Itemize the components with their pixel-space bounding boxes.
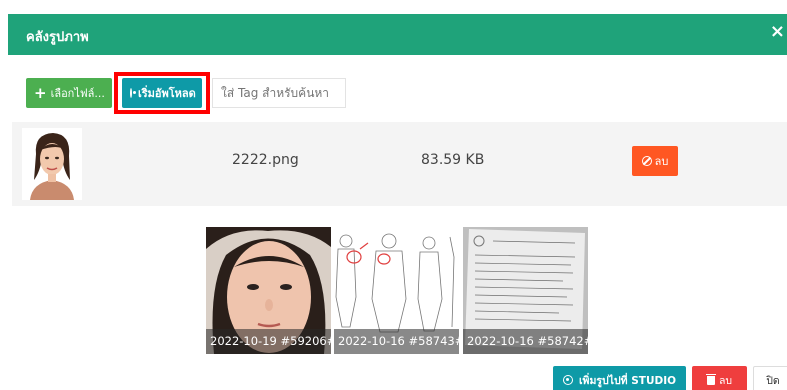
- modal-title: คลังรูปภาพ: [26, 30, 89, 45]
- close-label: ปิด: [766, 374, 780, 387]
- ban-icon: [641, 156, 652, 166]
- trash-icon: [705, 373, 716, 385]
- upload-file-row: 2222.png 83.59 KB ลบ: [12, 122, 787, 206]
- upload-button-highlight: เริ่มอัพโหลด: [114, 72, 210, 114]
- upload-file-size: 83.59 KB: [421, 152, 485, 168]
- choose-file-label: เลือกไฟล์...: [50, 87, 105, 100]
- choose-file-button[interactable]: + เลือกไฟล์...: [26, 78, 112, 108]
- gallery-item[interactable]: 2022-10-19 #59206#: [206, 227, 331, 354]
- remove-file-button[interactable]: ลบ: [632, 146, 678, 176]
- add-circle-icon: [562, 375, 573, 385]
- close-icon[interactable]: ×: [770, 22, 785, 42]
- image-library-modal: คลังรูปภาพ × + เลือกไฟล์... เริ่มอัพโหลด: [0, 0, 787, 390]
- delete-button[interactable]: ลบ: [692, 366, 747, 390]
- add-to-studio-label: เพิ่มรูปไปที่ STUDIO: [578, 374, 677, 387]
- delete-label: ลบ: [718, 374, 733, 387]
- modal-header: คลังรูปภาพ ×: [8, 14, 787, 55]
- gallery-item[interactable]: 2022-10-16 #58743#: [334, 227, 459, 354]
- gallery-caption: 2022-10-19 #59206#: [206, 329, 331, 354]
- upload-circle-icon: [130, 88, 136, 98]
- upload-file-name: 2222.png: [232, 152, 299, 168]
- close-button[interactable]: ปิด: [753, 366, 787, 390]
- gallery-caption: 2022-10-16 #58743#: [334, 329, 459, 354]
- plus-icon: +: [34, 84, 47, 102]
- start-upload-button[interactable]: เริ่มอัพโหลด: [122, 78, 202, 108]
- gallery-caption: 2022-10-16 #58742#: [463, 329, 588, 354]
- upload-file-thumbnail: [22, 128, 82, 200]
- add-to-studio-button[interactable]: เพิ่มรูปไปที่ STUDIO: [553, 366, 686, 390]
- gallery-item[interactable]: 2022-10-16 #58742#: [463, 227, 588, 354]
- tag-search-input[interactable]: [212, 78, 346, 108]
- start-upload-label: เริ่มอัพโหลด: [138, 87, 196, 100]
- remove-file-label: ลบ: [654, 155, 669, 168]
